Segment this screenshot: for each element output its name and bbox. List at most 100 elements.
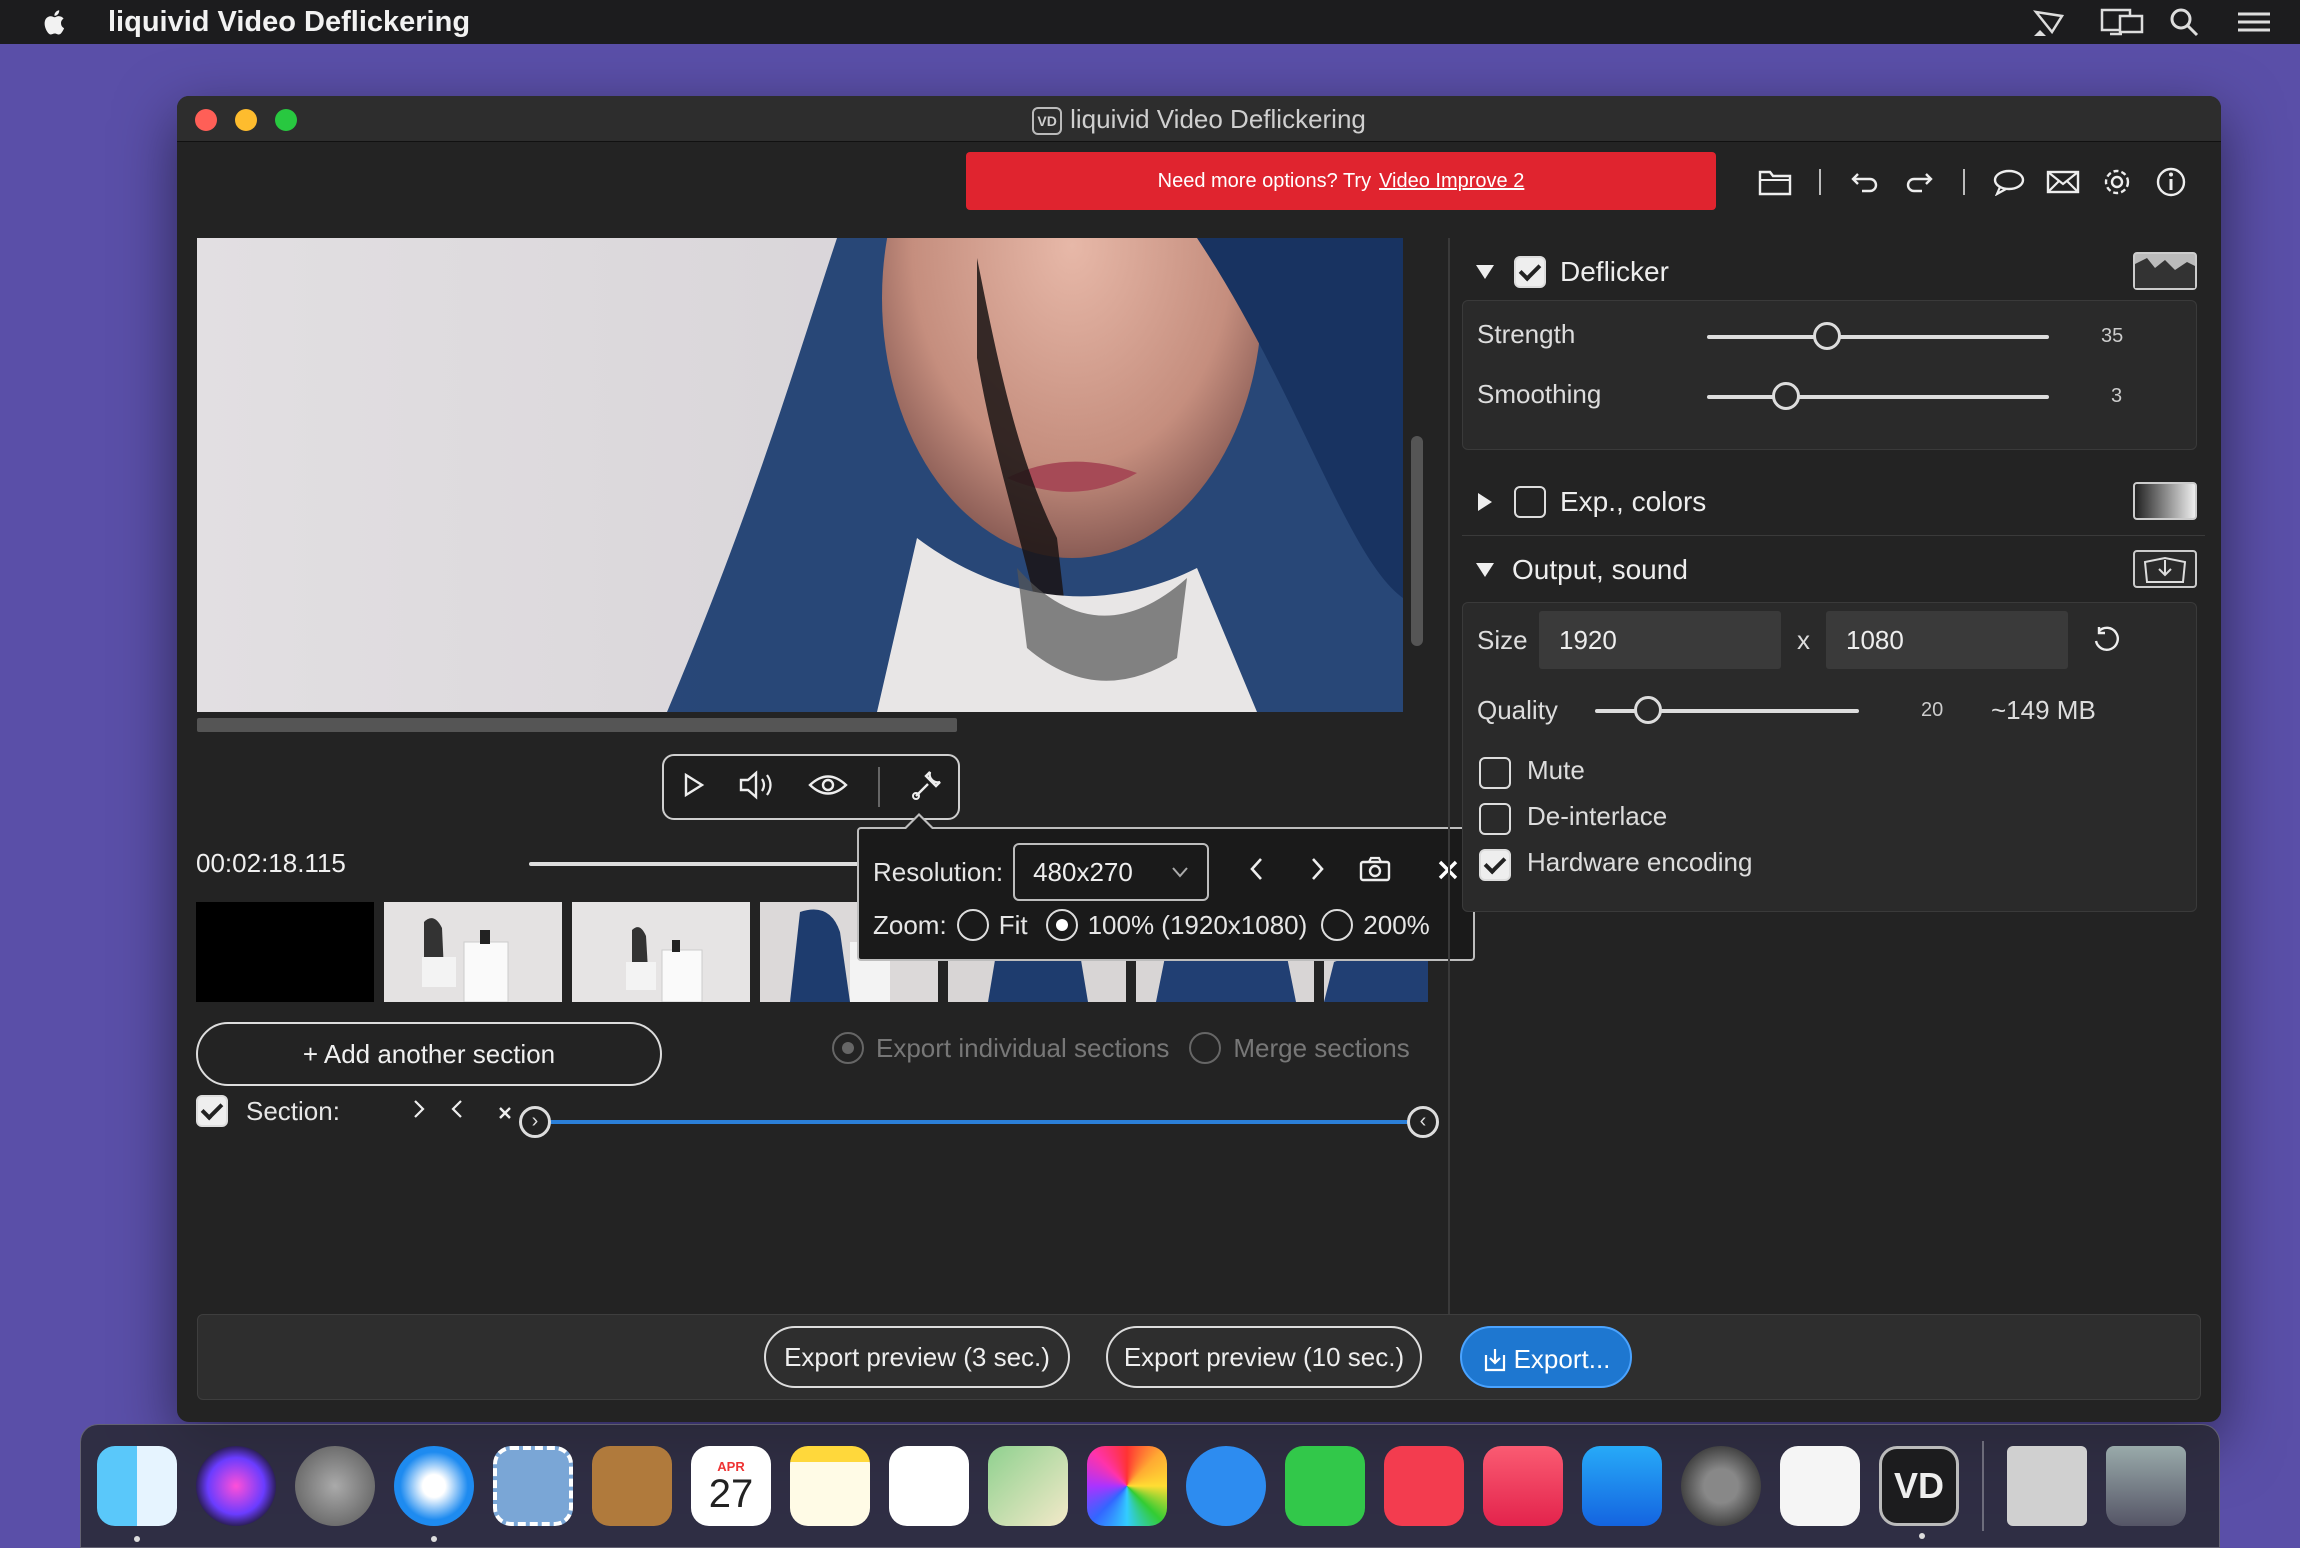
disclosure-open-icon[interactable] (1474, 263, 1496, 281)
thumbnail[interactable] (196, 902, 374, 1002)
remove-section-icon[interactable] (498, 1096, 512, 1127)
window-title-text: liquivid Video Deflickering (1070, 104, 1366, 134)
merge-sections-radio[interactable] (1189, 1032, 1222, 1064)
trash-icon[interactable] (2106, 1446, 2186, 1526)
folder-icon[interactable] (1757, 164, 1793, 200)
section-checkbox[interactable] (196, 1095, 228, 1127)
section-start-handle[interactable]: › (519, 1106, 551, 1138)
promo-link[interactable]: Video Improve 2 (1379, 170, 1524, 192)
zoom-fit-label[interactable]: Fit (999, 910, 1028, 941)
safari-icon[interactable] (394, 1446, 474, 1542)
exp-colors-checkbox[interactable] (1514, 485, 1546, 518)
add-section-button[interactable]: + Add another section (196, 1022, 662, 1086)
pane-divider[interactable] (1448, 238, 1450, 1398)
resolution-select[interactable]: 480x270 (1013, 843, 1210, 901)
textedit-icon[interactable] (1780, 1446, 1860, 1526)
siri-icon[interactable] (196, 1446, 276, 1526)
redo-icon[interactable] (1901, 164, 1937, 200)
zoom-label: Zoom: (873, 909, 947, 940)
maps-icon[interactable] (988, 1446, 1068, 1526)
apple-icon[interactable] (40, 6, 72, 38)
reset-size-icon[interactable] (2091, 625, 2121, 660)
speech-bubble-icon[interactable] (1991, 164, 2027, 200)
gear-icon[interactable] (2099, 164, 2135, 200)
news-icon[interactable] (1384, 1446, 1464, 1526)
hardware-encoding-label[interactable]: Hardware encoding (1527, 847, 1752, 878)
zoom-200-label[interactable]: 200% (1363, 910, 1430, 941)
strength-slider[interactable] (1707, 335, 2049, 339)
launchpad-icon[interactable] (295, 1446, 375, 1526)
eye-icon[interactable] (808, 772, 848, 803)
mail-stamp-icon[interactable] (493, 1446, 573, 1526)
width-field[interactable]: 1920 (1539, 611, 1781, 669)
disclosure-open-icon[interactable] (1474, 561, 1496, 579)
facetime-icon[interactable] (1285, 1446, 1365, 1526)
previous-icon[interactable] (1247, 856, 1267, 889)
search-icon[interactable] (2168, 6, 2202, 38)
wrench-icon[interactable] (910, 768, 944, 807)
zoom-fit-radio[interactable] (956, 909, 989, 941)
deinterlace-checkbox[interactable] (1479, 803, 1511, 835)
volume-icon[interactable] (738, 769, 778, 805)
export-preview-10-button[interactable]: Export preview (10 sec.) (1106, 1326, 1422, 1388)
play-icon[interactable] (678, 770, 708, 805)
zoom-100-label[interactable]: 100% (1920x1080) (1088, 910, 1308, 941)
smoothing-slider[interactable] (1707, 395, 2049, 399)
menu-app-name[interactable]: liquivid Video Deflickering (108, 6, 470, 39)
zoom-100-radio[interactable] (1045, 909, 1078, 941)
reminders-icon[interactable] (889, 1446, 969, 1526)
exp-colors-header[interactable]: Exp., colors (1462, 468, 2205, 536)
downloads-icon[interactable] (2007, 1446, 2087, 1526)
seek-bar[interactable] (529, 862, 859, 866)
zoom-200-radio[interactable] (1321, 909, 1354, 941)
export-button[interactable]: Export... (1460, 1326, 1632, 1388)
hardware-encoding-checkbox[interactable] (1479, 849, 1511, 881)
calendar-icon[interactable]: APR 27 (691, 1446, 771, 1526)
music-icon[interactable] (1483, 1446, 1563, 1526)
display-icon[interactable] (2100, 6, 2144, 38)
deflicker-header[interactable]: Deflicker (1462, 242, 2205, 302)
export-label: Export... (1513, 1344, 1611, 1374)
system-preferences-icon[interactable] (1681, 1446, 1761, 1526)
controls-divider (878, 767, 880, 807)
left-pane-scrollbar[interactable] (1411, 436, 1423, 646)
chevron-right-icon[interactable] (412, 1096, 426, 1127)
control-center-icon[interactable] (2236, 6, 2270, 38)
chevron-left-icon[interactable] (450, 1096, 464, 1127)
thumbnail[interactable] (384, 902, 562, 1002)
undo-icon[interactable] (1847, 164, 1883, 200)
height-field[interactable]: 1080 (1826, 611, 2068, 669)
video-scrollbar[interactable] (197, 718, 957, 732)
window-title: VD liquivid Video Deflickering (177, 104, 2221, 135)
export-individual-label[interactable]: Export individual sections (876, 1033, 1169, 1064)
finder-icon[interactable] (97, 1446, 177, 1542)
thumbnail[interactable] (572, 902, 750, 1002)
video-deflickering-icon[interactable]: VD (1879, 1446, 1959, 1539)
photos-icon[interactable] (1087, 1446, 1167, 1526)
mute-label[interactable]: Mute (1527, 755, 1585, 786)
contacts-icon[interactable] (592, 1446, 672, 1526)
export-preview-3-button[interactable]: Export preview (3 sec.) (764, 1326, 1070, 1388)
output-sound-header[interactable]: Output, sound (1462, 540, 2205, 600)
mute-checkbox[interactable] (1479, 757, 1511, 789)
notes-icon[interactable] (790, 1446, 870, 1526)
merge-sections-label[interactable]: Merge sections (1233, 1033, 1409, 1064)
strength-knob[interactable] (1812, 322, 1841, 350)
airplay-icon[interactable] (2032, 6, 2066, 38)
next-icon[interactable] (1307, 856, 1327, 889)
smoothing-knob[interactable] (1771, 382, 1800, 410)
deflicker-checkbox[interactable] (1514, 256, 1546, 288)
quality-knob[interactable] (1633, 696, 1662, 724)
deinterlace-label[interactable]: De-interlace (1527, 801, 1667, 832)
messages-icon[interactable] (1186, 1446, 1266, 1526)
disclosure-closed-icon[interactable] (1476, 491, 1494, 513)
app-store-icon[interactable] (1582, 1446, 1662, 1526)
strength-value: 35 (2101, 325, 2124, 347)
camera-icon[interactable] (1359, 856, 1391, 889)
info-icon[interactable] (2153, 164, 2189, 200)
mail-icon[interactable] (2045, 164, 2081, 200)
video-preview[interactable] (197, 238, 1403, 712)
section-range-track[interactable] (539, 1120, 1417, 1124)
section-end-handle[interactable]: ‹ (1407, 1106, 1439, 1138)
export-individual-radio[interactable] (832, 1032, 864, 1064)
